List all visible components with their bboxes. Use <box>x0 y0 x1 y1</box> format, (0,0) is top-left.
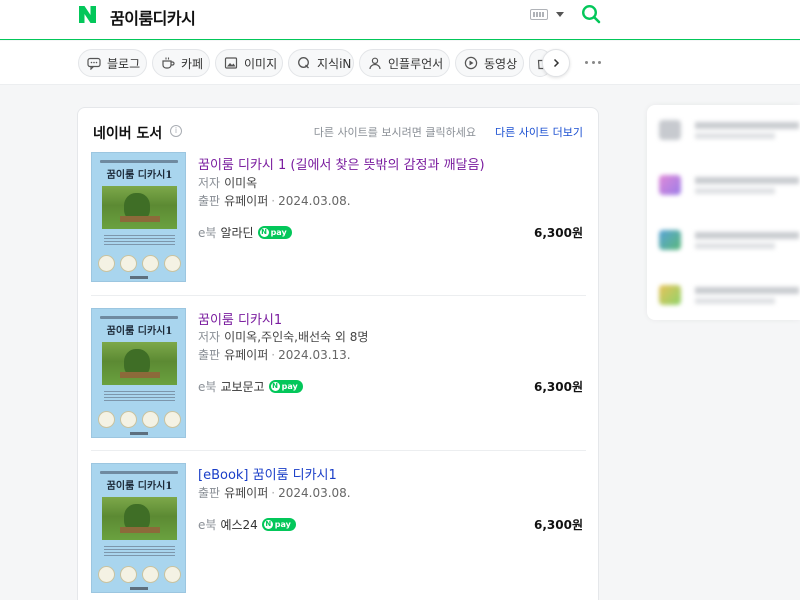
tab-label: 카페 <box>181 56 204 71</box>
divider <box>91 295 586 296</box>
book-store[interactable]: e북 교보문고 Npay <box>198 378 303 395</box>
cover-badges <box>98 411 181 429</box>
video-icon <box>464 56 478 70</box>
cafe-icon <box>162 57 175 69</box>
cover-publisher <box>130 587 148 590</box>
more-icon[interactable] <box>585 61 601 65</box>
cover-badges <box>98 566 181 584</box>
image-icon <box>224 57 238 69</box>
influencer-icon <box>369 57 381 70</box>
tab-label: 인플루언서 <box>388 56 444 71</box>
card-hint: 다른 사이트를 보시려면 클릭하세요 <box>313 126 476 139</box>
tab-kin[interactable]: 지식iN <box>288 49 354 77</box>
side-item[interactable] <box>659 115 799 145</box>
blog-icon <box>87 57 101 70</box>
info-icon[interactable]: i <box>170 125 182 137</box>
book-author: 저자 이미옥,주인숙,배선숙 외 8명 <box>198 330 369 344</box>
cover-publisher <box>130 432 148 435</box>
search-query[interactable]: 꿈이룸디카시 <box>110 5 196 29</box>
cover-tagline <box>100 160 178 163</box>
cover-title: 꿈이룸 디카시1 <box>106 326 173 337</box>
book-title[interactable]: 꿈이룸 디카시1 <box>198 309 282 328</box>
cover-tagline <box>100 316 178 319</box>
kin-icon <box>298 57 309 69</box>
cover-text <box>104 235 175 245</box>
book-cover[interactable]: 꿈이룸 디카시1 <box>91 463 186 593</box>
tab-label: 블로그 <box>107 56 141 71</box>
tab-label: 이미지 <box>244 56 278 71</box>
cover-publisher <box>130 276 148 279</box>
tab-label: 지식iN <box>317 56 352 71</box>
keyboard-icon[interactable] <box>530 9 548 20</box>
cover-title: 꿈이룸 디카시1 <box>106 170 173 181</box>
cover-photo <box>102 186 177 229</box>
other-sites-link[interactable]: 다른 사이트 더보기 <box>495 124 583 140</box>
side-panel-blurred <box>647 105 800 320</box>
card-title: 네이버 도서 <box>93 126 163 142</box>
cover-photo <box>102 342 177 385</box>
book-title[interactable]: 꿈이룸 디카시 1 (길에서 찾은 뜻밖의 감정과 깨달음) <box>198 154 485 173</box>
chevron-right-icon <box>553 58 560 68</box>
npay-badge: Npay <box>257 226 292 239</box>
book-publisher: 출판 유페이퍼 · 2024.03.13. <box>198 348 351 362</box>
tab-label: 동영상 <box>484 56 518 71</box>
book-store[interactable]: e북 알라딘 Npay <box>198 224 292 241</box>
search-header: 꿈이룸디카시 <box>0 0 800 40</box>
side-item[interactable] <box>659 280 799 310</box>
book-publisher: 출판 유페이퍼 · 2024.03.08. <box>198 194 351 208</box>
book-price[interactable]: 6,300원 <box>534 378 583 395</box>
cover-badges <box>98 255 181 273</box>
cover-tagline <box>100 471 178 474</box>
book-price[interactable]: 6,300원 <box>534 224 583 241</box>
tab-blog[interactable]: 블로그 <box>78 49 147 77</box>
side-item[interactable] <box>659 170 799 200</box>
category-tabs: 블로그 카페 이미지 지식iN 인플루언서 동영상 <box>0 41 800 85</box>
cover-photo <box>102 497 177 540</box>
book-author: 저자 이미옥 <box>198 176 258 190</box>
tab-cafe[interactable]: 카페 <box>152 49 210 77</box>
cover-text <box>104 546 175 556</box>
divider <box>91 450 586 451</box>
book-store[interactable]: e북 예스24 Npay <box>198 516 296 533</box>
book-publisher: 출판 유페이퍼 · 2024.03.08. <box>198 486 351 500</box>
tab-image[interactable]: 이미지 <box>215 49 283 77</box>
npay-badge: Npay <box>261 518 296 531</box>
book-results-card: 네이버 도서 i 다른 사이트를 보시려면 클릭하세요 다른 사이트 더보기 꿈… <box>77 107 599 600</box>
cover-title: 꿈이룸 디카시1 <box>106 481 173 492</box>
tab-video[interactable]: 동영상 <box>455 49 524 77</box>
naver-logo[interactable] <box>77 4 98 25</box>
tabs-next-button[interactable] <box>542 49 570 77</box>
book-cover[interactable]: 꿈이룸 디카시1 <box>91 308 186 438</box>
search-icon[interactable] <box>581 4 601 24</box>
side-item[interactable] <box>659 225 799 255</box>
tab-influencer[interactable]: 인플루언서 <box>359 49 450 77</box>
cover-text <box>104 391 175 401</box>
chevron-down-icon[interactable] <box>556 12 564 17</box>
book-title[interactable]: [eBook] 꿈이룸 디카시1 <box>198 464 337 483</box>
book-cover[interactable]: 꿈이룸 디카시1 <box>91 152 186 282</box>
book-price[interactable]: 6,300원 <box>534 516 583 533</box>
npay-badge: Npay <box>268 380 303 393</box>
